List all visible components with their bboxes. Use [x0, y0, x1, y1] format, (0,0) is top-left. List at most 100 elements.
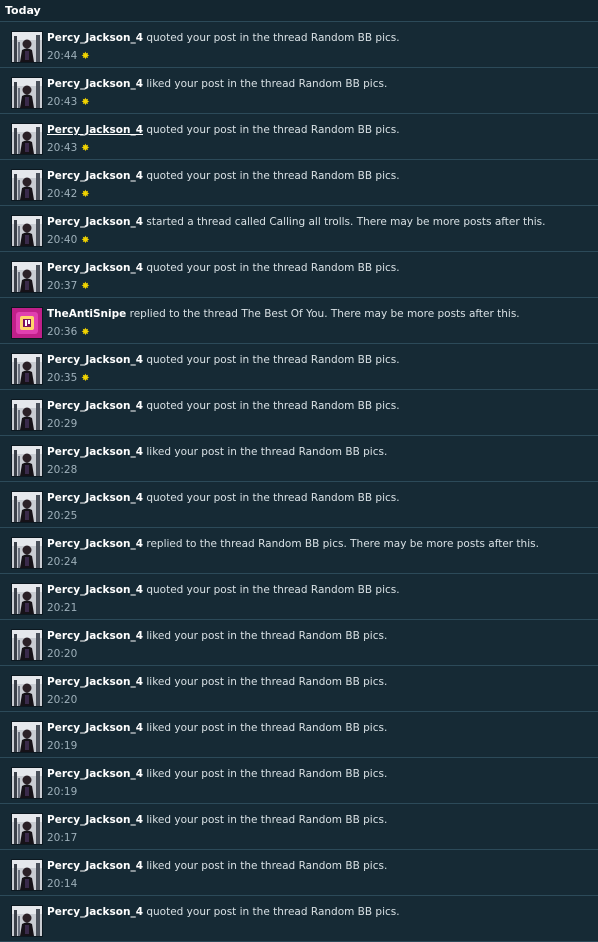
notification-item[interactable]: Percy_Jackson_4 quoted your post in the …: [0, 114, 598, 160]
username-link[interactable]: Percy_Jackson_4: [47, 216, 143, 228]
thread-link[interactable]: Random BB pics: [311, 124, 396, 136]
avatar[interactable]: [11, 675, 43, 707]
username-link[interactable]: Percy_Jackson_4: [47, 170, 143, 182]
notification-item[interactable]: Percy_Jackson_4 started a thread called …: [0, 206, 598, 252]
time-text: 20:25: [47, 510, 78, 522]
thread-link[interactable]: Random BB pics: [299, 814, 384, 826]
username-link[interactable]: Percy_Jackson_4: [47, 78, 143, 90]
username-link[interactable]: Percy_Jackson_4: [47, 768, 143, 780]
action-text: quoted your post in the thread: [143, 584, 311, 596]
avatar[interactable]: [11, 767, 43, 799]
thread-link[interactable]: Random BB pics: [299, 78, 384, 90]
username-link[interactable]: Percy_Jackson_4: [47, 354, 143, 366]
notification-text: Percy_Jackson_4 quoted your post in the …: [47, 262, 592, 274]
username-link[interactable]: Percy_Jackson_4: [47, 124, 143, 136]
username-link[interactable]: Percy_Jackson_4: [47, 538, 143, 550]
notification-item[interactable]: Percy_Jackson_4 liked your post in the t…: [0, 804, 598, 850]
action-text: quoted your post in the thread: [143, 354, 311, 366]
notification-item[interactable]: Percy_Jackson_4 liked your post in the t…: [0, 68, 598, 114]
thread-link[interactable]: The Best Of You: [241, 308, 324, 320]
thread-link[interactable]: Random BB pics: [311, 906, 396, 918]
username-link[interactable]: Percy_Jackson_4: [47, 32, 143, 44]
username-link[interactable]: Percy_Jackson_4: [47, 584, 143, 596]
notification-text: Percy_Jackson_4 quoted your post in the …: [47, 170, 592, 182]
thread-link[interactable]: Random BB pics: [299, 768, 384, 780]
timestamp: 20:37 ✸: [47, 280, 90, 292]
avatar[interactable]: [11, 859, 43, 891]
timestamp: 20:35 ✸: [47, 372, 90, 384]
avatar[interactable]: [11, 629, 43, 661]
thread-link[interactable]: Random BB pics: [258, 538, 343, 550]
avatar[interactable]: [11, 537, 43, 569]
username-link[interactable]: Percy_Jackson_4: [47, 906, 143, 918]
username-link[interactable]: Percy_Jackson_4: [47, 860, 143, 872]
notification-item[interactable]: Percy_Jackson_4 quoted your post in the …: [0, 574, 598, 620]
time-text: 20:40: [47, 234, 78, 246]
username-link[interactable]: Percy_Jackson_4: [47, 400, 143, 412]
thread-link[interactable]: Random BB pics: [311, 32, 396, 44]
notification-item[interactable]: Percy_Jackson_4 liked your post in the t…: [0, 436, 598, 482]
suffix-text: .: [396, 32, 400, 44]
avatar[interactable]: [11, 445, 43, 477]
username-link[interactable]: Percy_Jackson_4: [47, 262, 143, 274]
thread-link[interactable]: Random BB pics: [299, 446, 384, 458]
thread-link[interactable]: Random BB pics: [311, 400, 396, 412]
time-text: 20:20: [47, 694, 78, 706]
username-link[interactable]: Percy_Jackson_4: [47, 814, 143, 826]
avatar[interactable]: [11, 169, 43, 201]
notification-item[interactable]: Percy_Jackson_4 liked your post in the t…: [0, 758, 598, 804]
action-text: liked your post in the thread: [143, 78, 299, 90]
percy-avatar-image: [12, 814, 42, 844]
username-link[interactable]: TheAntiSnipe: [47, 308, 126, 320]
notification-item[interactable]: Percy_Jackson_4 quoted your post in the …: [0, 390, 598, 436]
avatar[interactable]: [11, 261, 43, 293]
notification-item[interactable]: Percy_Jackson_4 liked your post in the t…: [0, 850, 598, 896]
avatar[interactable]: [11, 31, 43, 63]
notification-item[interactable]: Percy_Jackson_4 liked your post in the t…: [0, 666, 598, 712]
thread-link[interactable]: Random BB pics: [311, 584, 396, 596]
thread-link[interactable]: Random BB pics: [311, 492, 396, 504]
thread-link[interactable]: Calling all trolls: [269, 216, 350, 228]
notification-item[interactable]: Percy_Jackson_4 liked your post in the t…: [0, 620, 598, 666]
avatar[interactable]: [11, 307, 43, 339]
thread-link[interactable]: Random BB pics: [311, 262, 396, 274]
thread-link[interactable]: Random BB pics: [299, 676, 384, 688]
notification-item[interactable]: TheAntiSnipe replied to the thread The B…: [0, 298, 598, 344]
avatar[interactable]: [11, 123, 43, 155]
username-link[interactable]: Percy_Jackson_4: [47, 676, 143, 688]
percy-avatar-image: [12, 860, 42, 890]
avatar[interactable]: [11, 215, 43, 247]
thread-link[interactable]: Random BB pics: [299, 860, 384, 872]
notification-item[interactable]: Percy_Jackson_4 quoted your post in the …: [0, 896, 598, 942]
notification-text: Percy_Jackson_4 quoted your post in the …: [47, 32, 592, 44]
username-link[interactable]: Percy_Jackson_4: [47, 446, 143, 458]
thread-link[interactable]: Random BB pics: [299, 630, 384, 642]
action-text: quoted your post in the thread: [143, 124, 311, 136]
username-link[interactable]: Percy_Jackson_4: [47, 492, 143, 504]
avatar[interactable]: [11, 721, 43, 753]
thread-link[interactable]: Random BB pics: [299, 722, 384, 734]
avatar[interactable]: [11, 353, 43, 385]
thread-link[interactable]: Random BB pics: [311, 170, 396, 182]
unread-star-icon: ✸: [81, 235, 90, 246]
avatar[interactable]: [11, 77, 43, 109]
notification-item[interactable]: Percy_Jackson_4 replied to the thread Ra…: [0, 528, 598, 574]
time-text: 20:44: [47, 50, 78, 62]
thread-link[interactable]: Random BB pics: [311, 354, 396, 366]
notification-item[interactable]: Percy_Jackson_4 liked your post in the t…: [0, 712, 598, 758]
avatar[interactable]: [11, 583, 43, 615]
avatar[interactable]: [11, 813, 43, 845]
notification-item[interactable]: Percy_Jackson_4 quoted your post in the …: [0, 160, 598, 206]
notification-text: Percy_Jackson_4 liked your post in the t…: [47, 814, 592, 826]
notification-item[interactable]: Percy_Jackson_4 quoted your post in the …: [0, 344, 598, 390]
avatar[interactable]: [11, 905, 43, 937]
notification-item[interactable]: Percy_Jackson_4 quoted your post in the …: [0, 252, 598, 298]
avatar[interactable]: [11, 399, 43, 431]
username-link[interactable]: Percy_Jackson_4: [47, 722, 143, 734]
avatar[interactable]: [11, 491, 43, 523]
username-link[interactable]: Percy_Jackson_4: [47, 630, 143, 642]
notification-item[interactable]: Percy_Jackson_4 quoted your post in the …: [0, 482, 598, 528]
suffix-text: .: [383, 630, 388, 642]
notification-item[interactable]: Percy_Jackson_4 quoted your post in the …: [0, 22, 598, 68]
notification-text: Percy_Jackson_4 replied to the thread Ra…: [47, 538, 592, 550]
